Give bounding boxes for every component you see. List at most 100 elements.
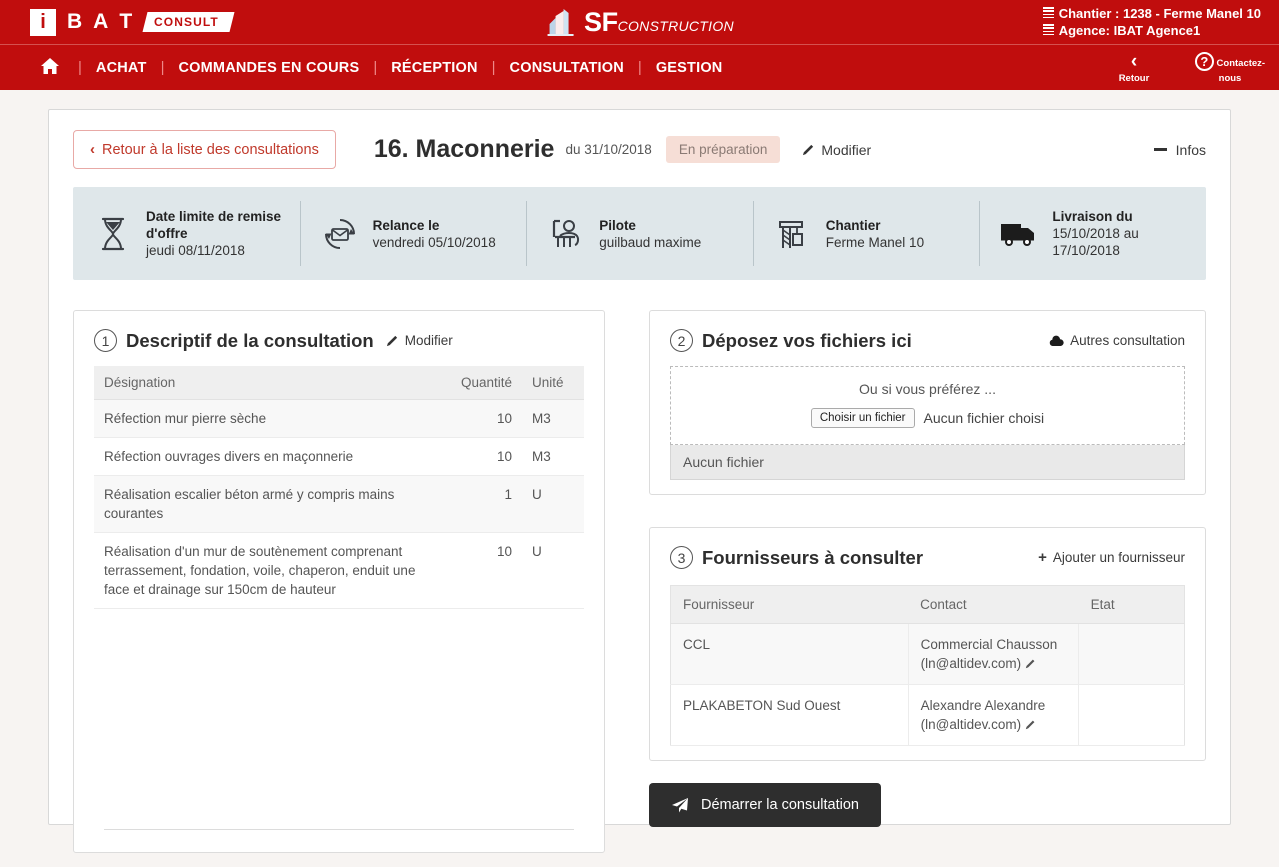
minus-icon (1154, 148, 1167, 151)
info-label-pilote: Pilote (599, 217, 701, 234)
info-cell-date-limite: Date limite de remise d'offre jeudi 08/1… (73, 187, 300, 280)
ibat-logo[interactable]: i B A T CONSULT (0, 9, 232, 36)
header-agence-row: Agence: IBAT Agence1 (1043, 22, 1261, 39)
info-value-chantier: Ferme Manel 10 (826, 234, 924, 251)
nav-item-home[interactable] (26, 57, 78, 79)
file-dropzone[interactable]: Ou si vous préférez ... Choisir un fichi… (670, 366, 1185, 445)
cell-designation: Réfection mur pierre sèche (94, 400, 448, 438)
cell-fournisseur: CCL (671, 624, 909, 685)
header-context-info: Chantier : 1238 - Ferme Manel 10 Agence:… (1043, 5, 1261, 39)
consultation-info-strip: Date limite de remise d'offre jeudi 08/1… (73, 187, 1206, 280)
main-navigation-bar: | ACHAT | COMMANDES EN COURS | RÉCEPTION… (0, 44, 1279, 90)
cloud-upload-icon (1049, 335, 1064, 347)
panel-number-2: 2 (670, 329, 693, 352)
crane-icon (773, 216, 813, 252)
info-label-date-limite: Date limite de remise d'offre (146, 208, 286, 242)
other-consultations-label: Autres consultation (1070, 333, 1185, 348)
cell-quantite: 10 (448, 400, 522, 438)
panel-fichiers: 2 Déposez vos fichiers ici Autres consul… (649, 310, 1206, 495)
header-chantier-text: Chantier : 1238 - Ferme Manel 10 (1059, 5, 1261, 22)
logo-i-badge: i (30, 9, 56, 36)
nav-item-gestion[interactable]: GESTION (642, 60, 737, 76)
nav-item-consultation[interactable]: CONSULTATION (496, 60, 638, 76)
cell-unite: M3 (522, 400, 584, 438)
table-row[interactable]: Réalisation d'un mur de soutènement comp… (94, 533, 584, 609)
infos-toggle-label: Infos (1176, 142, 1206, 158)
chosen-file-status: Aucun fichier choisi (924, 410, 1045, 426)
choose-file-button[interactable]: Choisir un fichier (811, 408, 915, 428)
panel-title-fichiers: Déposez vos fichiers ici (702, 330, 912, 352)
info-cell-pilote: Pilote guilbaud maxime (526, 187, 753, 280)
pencil-icon[interactable] (1025, 719, 1036, 730)
edit-descriptif-button[interactable]: Modifier (386, 333, 453, 348)
top-header-bar: i B A T CONSULT SF CONSTRUCTION Chantier… (0, 0, 1279, 44)
header-back-button[interactable]: ‹ Retour (1097, 52, 1171, 84)
panel-descriptif: 1 Descriptif de la consultation Modifier (73, 310, 605, 853)
cell-unite: M3 (522, 438, 584, 476)
logo-letter-t: T (119, 10, 132, 34)
infos-collapse-toggle[interactable]: Infos (1154, 142, 1206, 158)
add-supplier-label: Ajouter un fournisseur (1053, 550, 1185, 565)
sf-logo-sub: CONSTRUCTION (618, 18, 734, 34)
consultation-card: ‹ Retour à la liste des consultations 16… (48, 109, 1231, 825)
contact-email: (ln@altidev.com) (921, 656, 1021, 671)
cell-designation: Réalisation escalier béton armé y compri… (94, 476, 448, 533)
nav-item-commandes-en-cours[interactable]: COMMANDES EN COURS (164, 60, 373, 76)
table-row[interactable]: PLAKABETON Sud Ouest Alexandre Alexandre… (671, 685, 1185, 746)
other-consultations-button[interactable]: Autres consultation (1049, 333, 1185, 348)
cell-quantite: 10 (448, 533, 522, 609)
table-row[interactable]: Réfection mur pierre sèche 10 M3 (94, 400, 584, 438)
cell-quantite: 1 (448, 476, 522, 533)
cell-etat (1079, 685, 1185, 746)
table-row[interactable]: Réfection ouvrages divers en maçonnerie … (94, 438, 584, 476)
info-cell-relance: Relance le vendredi 05/10/2018 (300, 187, 527, 280)
modify-consultation-button[interactable]: Modifier (802, 142, 871, 158)
contact-us-button[interactable]: ? Contactez-nous (1193, 52, 1267, 84)
info-label-livraison: Livraison du (1052, 208, 1192, 225)
envelope-refresh-icon (320, 217, 360, 251)
cell-contact: Commercial Chausson (ln@altidev.com) (908, 624, 1078, 685)
contact-name: Commercial Chausson (921, 635, 1066, 654)
nav-item-reception[interactable]: RÉCEPTION (377, 60, 491, 76)
table-header-row: Fournisseur Contact Etat (671, 586, 1185, 624)
consultation-title-row: ‹ Retour à la liste des consultations 16… (73, 130, 1206, 169)
pencil-icon (802, 143, 815, 156)
pencil-icon[interactable] (1025, 658, 1036, 669)
descriptif-table: Désignation Quantité Unité Réfection mur… (94, 366, 584, 609)
header-back-label: Retour (1119, 73, 1150, 84)
info-value-date-limite: jeudi 08/11/2018 (146, 242, 286, 259)
panel-title-descriptif: Descriptif de la consultation (126, 330, 374, 352)
no-file-bar: Aucun fichier (670, 445, 1185, 480)
table-row[interactable]: CCL Commercial Chausson (ln@altidev.com) (671, 624, 1185, 685)
add-supplier-button[interactable]: + Ajouter un fournisseur (1038, 549, 1185, 566)
chevron-left-icon: ‹ (90, 141, 95, 158)
list-icon (1043, 7, 1054, 20)
hourglass-icon (93, 217, 133, 251)
table-row[interactable]: Réalisation escalier béton armé y compri… (94, 476, 584, 533)
cell-contact: Alexandre Alexandre (ln@altidev.com) (908, 685, 1078, 746)
panel-fournisseurs: 3 Fournisseurs à consulter + Ajouter un … (649, 527, 1206, 761)
column-header-designation: Désignation (94, 366, 448, 400)
column-header-contact: Contact (908, 586, 1078, 624)
page-title: 16. Maconnerie (374, 135, 555, 164)
info-cell-chantier: Chantier Ferme Manel 10 (753, 187, 980, 280)
header-chantier-row: Chantier : 1238 - Ferme Manel 10 (1043, 5, 1261, 22)
column-header-etat: Etat (1079, 586, 1185, 624)
nav-item-achat[interactable]: ACHAT (82, 60, 161, 76)
logo-letter-a: A (93, 10, 108, 34)
column-header-unite: Unité (522, 366, 584, 400)
info-label-chantier: Chantier (826, 217, 924, 234)
column-header-quantite: Quantité (448, 366, 522, 400)
dropzone-hint: Ou si vous préférez ... (681, 381, 1174, 397)
building-icon (545, 6, 575, 38)
back-to-list-button[interactable]: ‹ Retour à la liste des consultations (73, 130, 336, 169)
edit-descriptif-label: Modifier (405, 333, 453, 348)
start-consultation-button[interactable]: Démarrer la consultation (649, 783, 881, 827)
chevron-left-icon: ‹ (1097, 52, 1171, 71)
back-to-list-label: Retour à la liste des consultations (102, 142, 319, 158)
sf-logo-main: SF (584, 7, 618, 38)
list-icon (1043, 24, 1054, 37)
pencil-icon (386, 334, 399, 347)
panel-number-3: 3 (670, 546, 693, 569)
header-agence-text: Agence: IBAT Agence1 (1059, 22, 1201, 39)
